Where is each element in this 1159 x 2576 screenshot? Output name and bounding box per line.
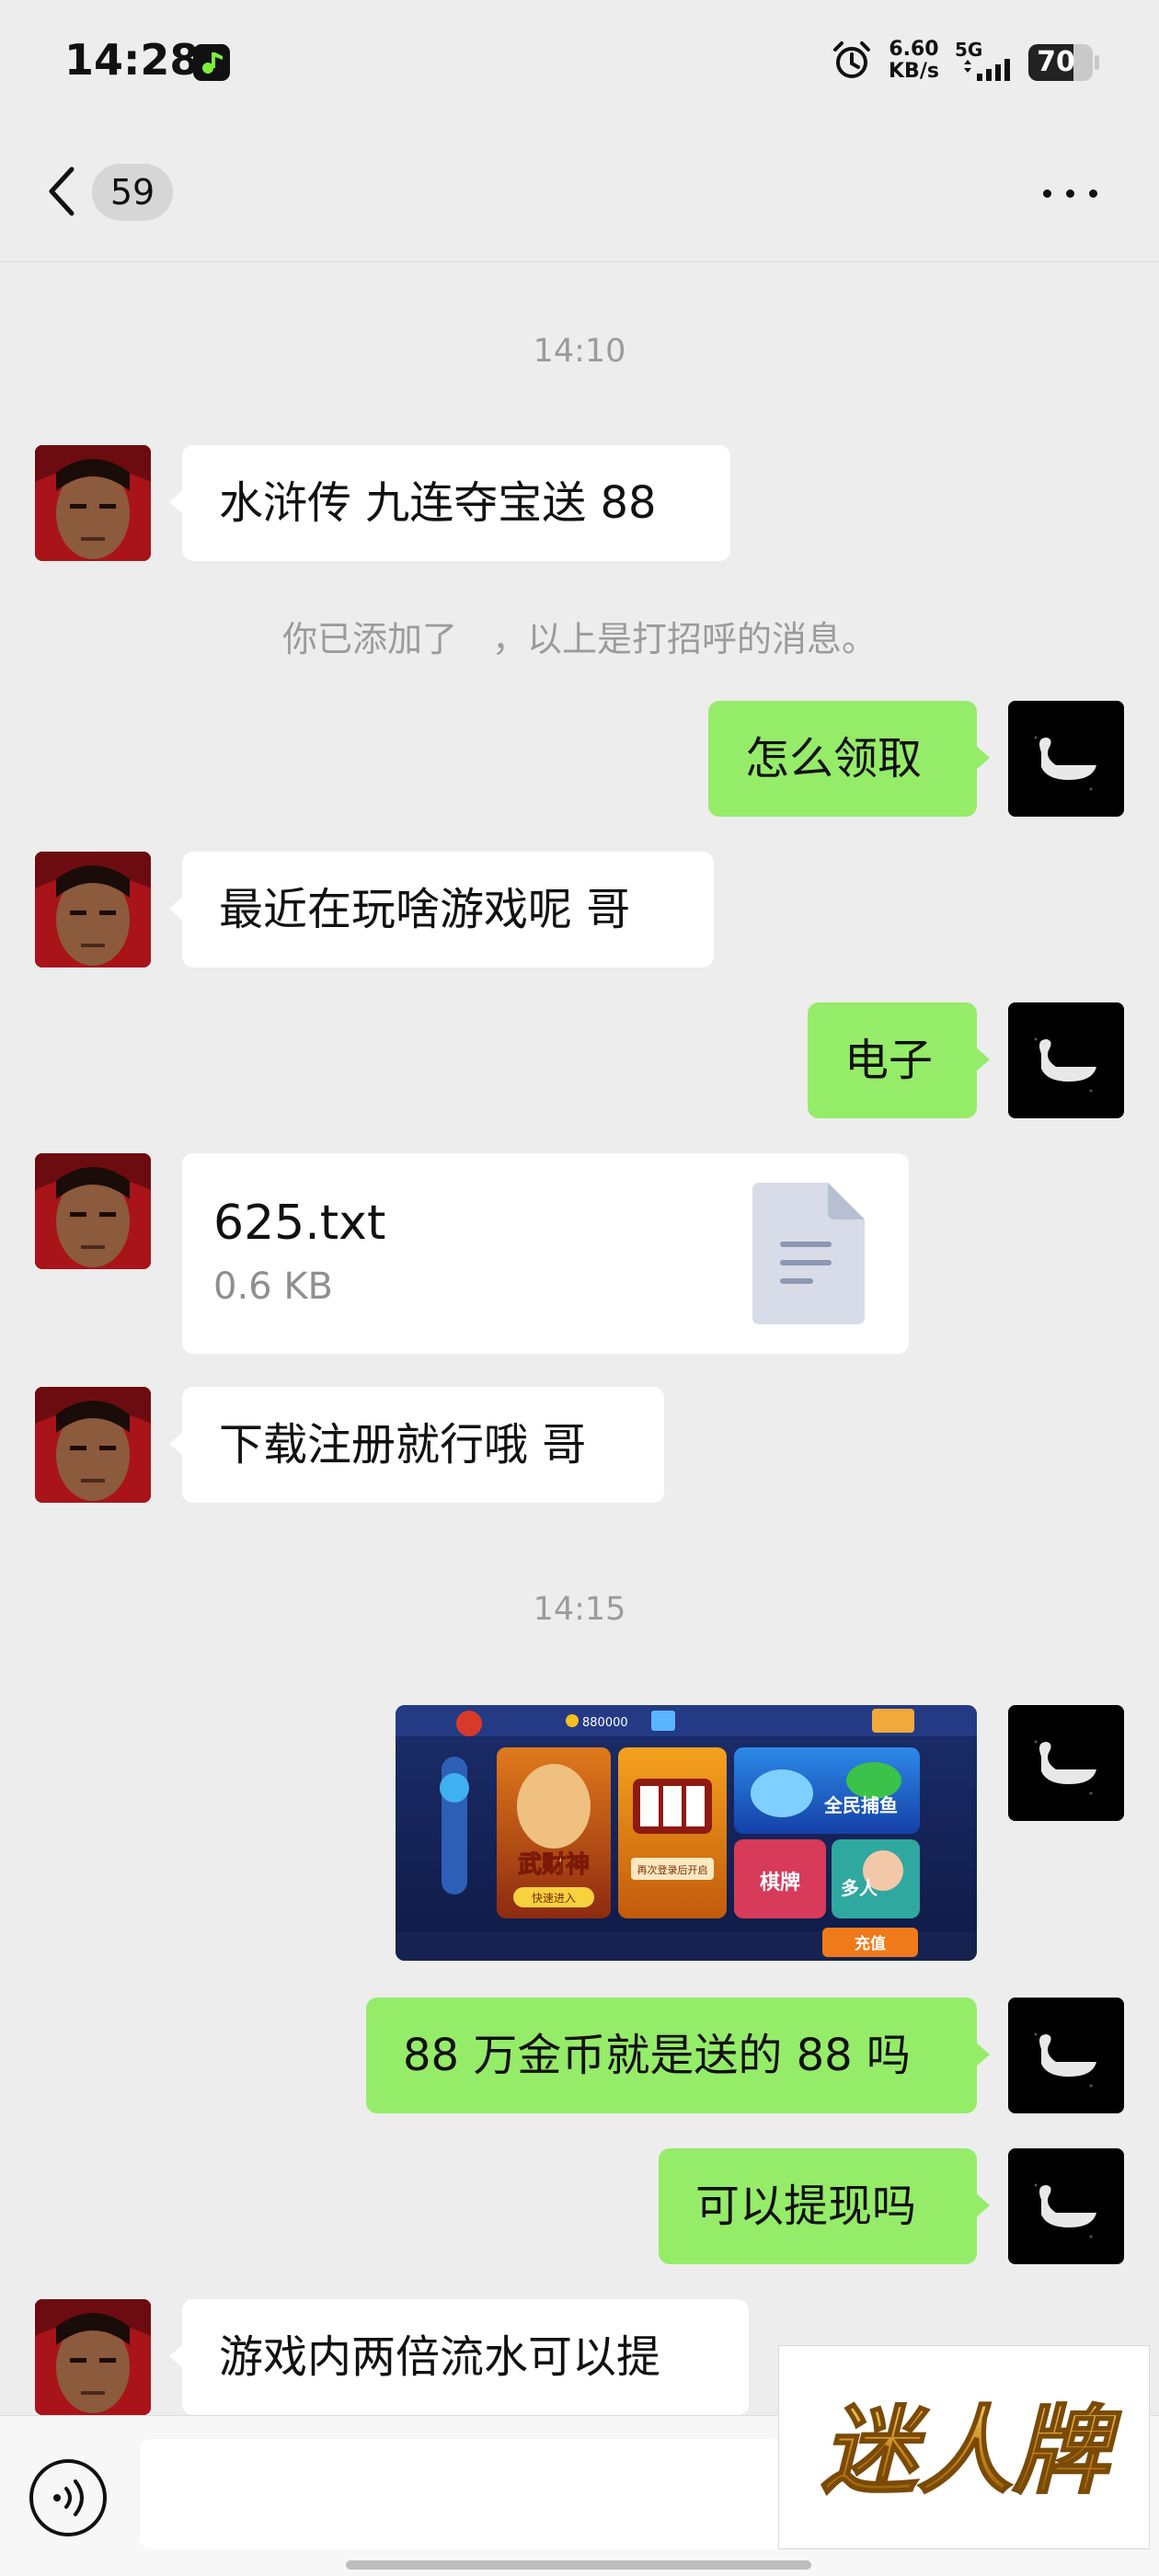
image-tile-title: 多人 <box>841 1877 878 1899</box>
unread-count-badge[interactable]: 59 <box>92 164 173 221</box>
alarm-icon <box>830 39 874 86</box>
incoming-message[interactable]: 最近在玩啥游戏呢 哥 <box>169 852 714 967</box>
image-tile-title: 武财神 <box>518 1851 590 1879</box>
music-app-icon <box>193 44 230 81</box>
image-tile-title: 棋牌 <box>760 1871 800 1895</box>
my-avatar[interactable] <box>1008 701 1124 817</box>
file-size: 0.6 KB <box>213 1265 333 1308</box>
contact-avatar[interactable] <box>35 852 151 967</box>
watermark-text: 迷人牌 <box>821 2395 1122 2507</box>
my-avatar[interactable] <box>1008 1998 1124 2113</box>
outgoing-message[interactable]: 可以提现吗 <box>659 2148 990 2264</box>
document-icon <box>752 1183 865 1328</box>
image-tile-title: 全民捕鱼 <box>823 1794 898 1816</box>
image-recharge-button: 充值 <box>855 1934 886 1953</box>
my-avatar[interactable] <box>1008 1002 1124 1118</box>
image-tile-label: 再次登录后开启 <box>637 1863 708 1876</box>
header-divider <box>0 261 1159 262</box>
message-input[interactable] <box>140 2439 784 2549</box>
contact-avatar[interactable] <box>35 1387 151 1503</box>
timestamp: 14:10 <box>533 333 626 370</box>
signal-icon <box>962 57 1017 86</box>
status-time: 14:28 <box>64 35 200 85</box>
contact-avatar[interactable] <box>35 1153 151 1269</box>
my-avatar[interactable] <box>1008 1705 1124 1821</box>
incoming-message[interactable]: 游戏内两倍流水可以提 <box>169 2299 749 2415</box>
file-message-card[interactable]: 625.txt 0.6 KB <box>182 1153 909 1354</box>
home-indicator <box>346 2560 811 2570</box>
net-speed-value: 6.60 <box>889 38 939 61</box>
my-avatar[interactable] <box>1008 2148 1124 2264</box>
net-speed: 6.60 KB/s <box>889 39 939 83</box>
incoming-message[interactable]: 下载注册就行哦 哥 <box>169 1387 664 1503</box>
file-name: 625.txt <box>213 1196 386 1251</box>
timestamp: 14:15 <box>533 1591 626 1628</box>
net-speed-unit: KB/s <box>889 60 939 83</box>
contact-avatar[interactable] <box>35 445 151 561</box>
battery-level: 70 <box>1037 46 1075 78</box>
contact-avatar[interactable] <box>35 2299 151 2415</box>
game-screenshot-image[interactable]: 880000 武财神 快速进入 再次登录后开启 全民捕鱼 棋牌 多人 充值 <box>396 1705 977 1961</box>
system-notice: 你已添加了 ，以上是打招呼的消息。 <box>281 619 877 659</box>
more-icon[interactable] <box>1039 177 1104 210</box>
image-balance: 880000 <box>582 1716 628 1730</box>
outgoing-message[interactable]: 88 万金币就是送的 88 吗 <box>366 1998 990 2113</box>
outgoing-message[interactable]: 电子 <box>808 1002 990 1118</box>
incoming-message[interactable]: 水浒传 九连夺宝送 88 <box>169 445 730 561</box>
outgoing-message[interactable]: 怎么领取 <box>708 701 990 817</box>
battery-icon: 70 <box>1028 44 1099 81</box>
back-chevron-icon[interactable] <box>40 164 86 219</box>
image-tile-button: 快速进入 <box>532 1892 576 1905</box>
voice-input-icon[interactable] <box>28 2457 109 2538</box>
watermark-logo: 迷人牌 <box>778 2345 1150 2549</box>
